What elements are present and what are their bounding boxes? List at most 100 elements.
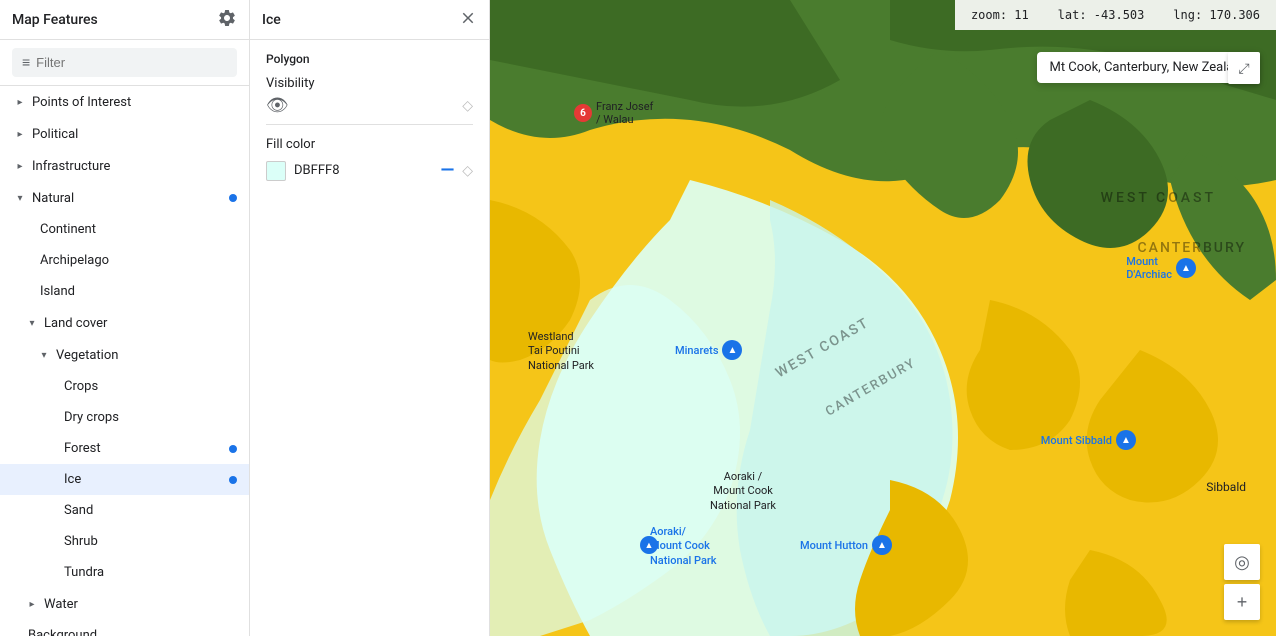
sidebar-item-ice[interactable]: Ice xyxy=(0,464,249,495)
sidebar-item-label: Forest xyxy=(64,441,229,456)
sidebar-item-label: Sand xyxy=(64,503,237,518)
sidebar-item-political[interactable]: ▸ Political xyxy=(0,118,249,150)
sidebar-item-vegetation[interactable]: ▾ Vegetation xyxy=(0,339,249,371)
filter-input[interactable] xyxy=(36,55,227,70)
map-topbar: zoom: 11 lat: -43.503 lng: 170.306 xyxy=(955,0,1276,30)
eye-icon[interactable]: 👁 xyxy=(266,95,289,116)
aoraki-small-label: Aoraki/Mount CookNational Park xyxy=(650,525,717,568)
chevron-icon: ▾ xyxy=(36,347,52,363)
sidebar-item-label: Shrub xyxy=(64,534,237,549)
location-button[interactable]: ◎ xyxy=(1224,544,1260,580)
mount-hutton-marker: Mount Hutton ▲ xyxy=(800,535,892,555)
active-dot xyxy=(229,445,237,453)
panel-header: Ice xyxy=(250,0,489,40)
sidebar-item-label: Archipelago xyxy=(40,253,237,268)
visibility-row: Visibility xyxy=(266,76,473,91)
sidebar-item-water[interactable]: ▸Water xyxy=(0,588,249,620)
map-controls: ◎ + xyxy=(1224,544,1260,620)
mount-sibbald-marker: Mount Sibbald ▲ xyxy=(1041,430,1136,450)
westland-label: WestlandTai PoutiniNational Park xyxy=(528,330,594,373)
gear-icon[interactable] xyxy=(217,8,237,32)
sidebar-item-label: Continent xyxy=(40,222,237,237)
fill-diamond-icon[interactable]: ◇ xyxy=(462,163,473,179)
panel-polygon-section: Polygon Visibility 👁 ◇ Fill color DBFFF8… xyxy=(250,40,489,193)
aoraki-icon: ▲ xyxy=(640,536,658,554)
sidebar-item-shrub[interactable]: Shrub xyxy=(0,526,249,557)
sibbald-label: Sibbald xyxy=(1206,480,1246,494)
active-dot xyxy=(229,194,237,202)
mount-darchiac-label: MountD'Archiac xyxy=(1126,255,1172,281)
sidebar: Map Features ≡ ▸ Points of Interest ▸ Polit… xyxy=(0,0,250,636)
franz-josef-icon: 6 xyxy=(574,104,592,122)
sidebar-item-label: Island xyxy=(40,284,237,299)
color-swatch[interactable] xyxy=(266,161,286,181)
sidebar-item-infrastructure[interactable]: ▸ Infrastructure xyxy=(0,150,249,182)
sidebar-item-label: Natural xyxy=(32,191,229,206)
lat-value: -43.503 xyxy=(1094,8,1145,22)
filter-icon: ≡ xyxy=(22,54,30,71)
sidebar-title: Map Features xyxy=(12,12,98,28)
sidebar-item-land-cover[interactable]: ▾Land cover xyxy=(0,307,249,339)
minarets-label: Minarets xyxy=(675,344,718,357)
zoom-in-button[interactable]: + xyxy=(1224,584,1260,620)
panel-title: Ice xyxy=(262,12,281,28)
chevron-icon: ▾ xyxy=(12,190,28,206)
close-icon[interactable] xyxy=(459,9,477,31)
filter-bar: ≡ xyxy=(0,40,249,86)
minus-icon[interactable]: — xyxy=(441,160,455,181)
chevron-icon: ▸ xyxy=(12,158,28,174)
map-tooltip: Mt Cook, Canterbury, New Zealand xyxy=(1037,52,1260,83)
sidebar-item-tundra[interactable]: Tundra xyxy=(0,557,249,588)
sidebar-item-label: Vegetation xyxy=(56,348,237,363)
fill-color-controls: DBFFF8 — ◇ xyxy=(266,160,473,181)
visibility-label: Visibility xyxy=(266,76,315,91)
sidebar-item-crops[interactable]: Crops xyxy=(0,371,249,402)
chevron-icon: ▸ xyxy=(12,94,28,110)
chevron-icon: ▾ xyxy=(24,315,40,331)
color-hex-value: DBFFF8 xyxy=(294,163,340,178)
lng-value: 170.306 xyxy=(1209,8,1260,22)
sidebar-item-label: Political xyxy=(32,127,237,142)
sidebar-item-label: Infrastructure xyxy=(32,159,237,174)
tooltip-text: Mt Cook, Canterbury, New Zealand xyxy=(1049,60,1248,75)
zoom-value: 11 xyxy=(1014,8,1028,22)
sidebar-item-island[interactable]: Island xyxy=(0,276,249,307)
mount-sibbald-icon: ▲ xyxy=(1116,430,1136,450)
minarets-marker: Minarets ▲ xyxy=(675,340,742,360)
mount-hutton-label: Mount Hutton xyxy=(800,539,868,552)
chevron-icon: ▸ xyxy=(12,126,28,142)
sidebar-item-natural[interactable]: ▾ Natural xyxy=(0,182,249,214)
sidebar-item-continent[interactable]: Continent xyxy=(0,214,249,245)
sidebar-item-sand[interactable]: Sand xyxy=(0,495,249,526)
fullscreen-button[interactable]: ⤢ xyxy=(1228,52,1260,84)
sidebar-item-label: Tundra xyxy=(64,565,237,580)
color-swatch-row: DBFFF8 xyxy=(266,161,340,181)
franz-josef-marker: 6 Franz Josef/ Walau xyxy=(574,100,653,126)
sidebar-item-label: Dry crops xyxy=(64,410,237,425)
lat-label: lat: xyxy=(1058,8,1087,22)
sidebar-item-background[interactable]: Background xyxy=(0,620,249,636)
sidebar-item-dry-crops[interactable]: Dry crops xyxy=(0,402,249,433)
map-area[interactable]: zoom: 11 lat: -43.503 lng: 170.306 Mt Co… xyxy=(490,0,1276,636)
aoraki-large-label: Aoraki /Mount CookNational Park xyxy=(710,470,776,513)
sidebar-item-points-of-interest[interactable]: ▸ Points of Interest xyxy=(0,86,249,118)
sidebar-item-label: Points of Interest xyxy=(32,95,237,110)
sidebar-item-forest[interactable]: Forest xyxy=(0,433,249,464)
mount-darchiac-icon: ▲ xyxy=(1176,258,1196,278)
aoraki-park-icon: ▲ xyxy=(640,536,658,554)
sidebar-item-label: Crops xyxy=(64,379,237,394)
polygon-label: Polygon xyxy=(266,52,473,66)
active-dot xyxy=(229,476,237,484)
fill-color-label: Fill color xyxy=(266,137,473,152)
sidebar-item-archipelago[interactable]: Archipelago xyxy=(0,245,249,276)
mount-darchiac-marker: MountD'Archiac ▲ xyxy=(1126,255,1196,281)
filter-container: ≡ xyxy=(12,48,237,77)
mount-hutton-icon: ▲ xyxy=(872,535,892,555)
nav-tree: ▸ Points of Interest ▸ Political ▸ Infrastruc… xyxy=(0,86,249,636)
sidebar-item-label: Background xyxy=(28,628,237,636)
minarets-icon: ▲ xyxy=(722,340,742,360)
detail-panel: Ice Polygon Visibility 👁 ◇ Fill color DB… xyxy=(250,0,490,636)
visibility-diamond-icon[interactable]: ◇ xyxy=(462,98,473,114)
fill-color-section: Fill color DBFFF8 — ◇ xyxy=(266,124,473,181)
sidebar-item-label: Ice xyxy=(64,472,229,487)
